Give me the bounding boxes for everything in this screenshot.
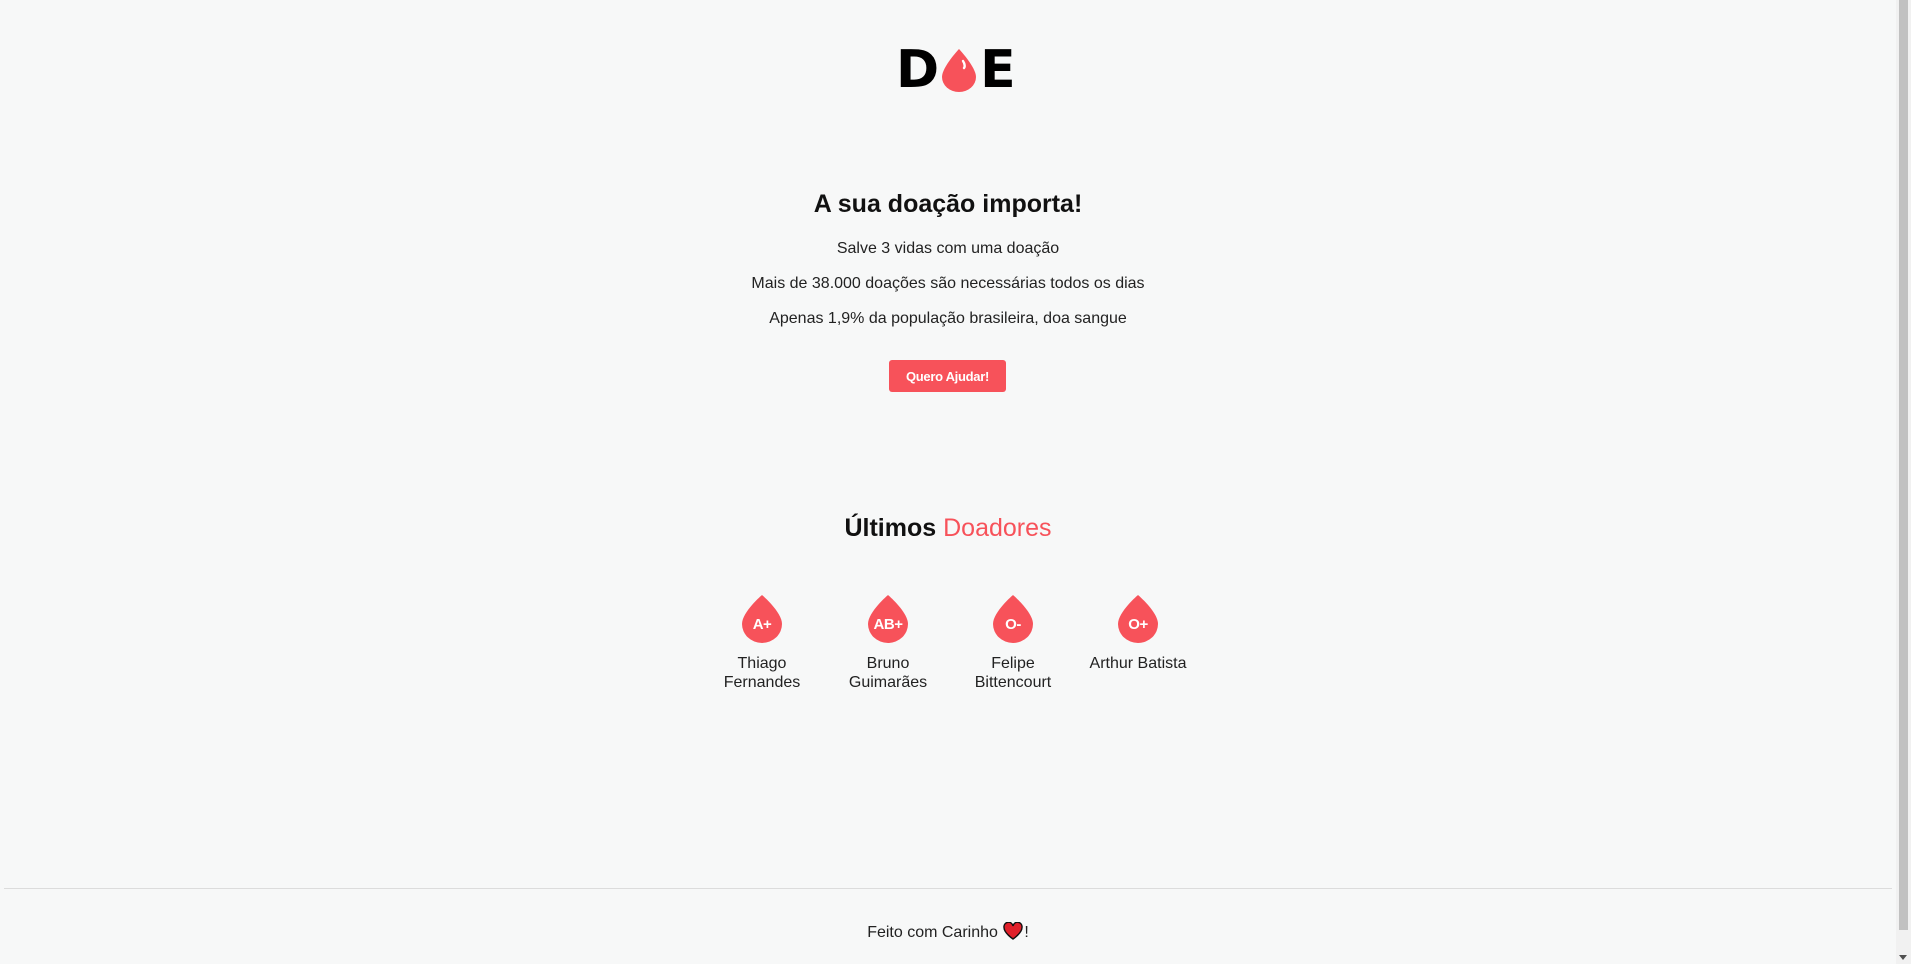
blood-drop-icon [942,49,977,92]
blood-drop-icon: AB+ [866,594,910,644]
footer-exclamation: ! [1024,924,1029,941]
donor-name: Bruno Guimarães [848,655,928,691]
footer: Feito com Carinho ! [0,922,1896,942]
donor-blood-type: AB+ [873,616,903,633]
logo-letter-e: E [980,40,1016,100]
donor-card: O- Felipe Bittencourt [958,594,1068,692]
donor-card: A+ Thiago Fernandes [707,594,817,692]
logo-letter-d: D [896,40,939,100]
donor-blood-type: O- [1005,616,1021,633]
donor-card: O+ Arthur Batista [1083,594,1193,673]
donors-title-prefix: Últimos [844,514,937,542]
scrollbar-thumb[interactable] [1899,0,1908,930]
hero-line-donations-needed: Mais de 38.000 doações são necessárias t… [751,275,1145,292]
donor-card: AB+ Bruno Guimarães [833,594,943,692]
donor-name: Arthur Batista [1089,655,1187,672]
footer-divider [4,888,1892,889]
donor-name: Thiago Fernandes [723,655,801,691]
blood-drop-icon: O+ [1116,594,1160,644]
donors-title-accent: Doadores [943,514,1052,542]
donors-title: Últimos Doadores [0,514,1896,543]
blood-drop-icon: A+ [740,594,784,644]
hero-line-lives: Salve 3 vidas com uma doação [836,240,1060,257]
donor-blood-type: O+ [1128,616,1148,633]
blood-drop-icon: O- [991,594,1035,644]
scroll-down-arrow-icon[interactable] [1899,955,1907,960]
heart-icon [1003,922,1024,940]
help-button[interactable]: Quero Ajudar! [889,360,1006,392]
main-content: D E A sua doação importa! Salve 3 vidas … [0,0,1896,964]
donor-blood-type: A+ [752,616,772,633]
hero-title: A sua doação importa! [813,190,1083,218]
logo: D E [896,40,1016,100]
donor-name: Felipe Bittencourt [974,655,1052,691]
footer-text: Feito com Carinho [867,924,998,941]
page: D E A sua doação importa! Salve 3 vidas … [0,0,1911,964]
vertical-scrollbar[interactable] [1896,0,1911,964]
hero-line-population: Apenas 1,9% da população brasileira, doa… [769,310,1127,327]
